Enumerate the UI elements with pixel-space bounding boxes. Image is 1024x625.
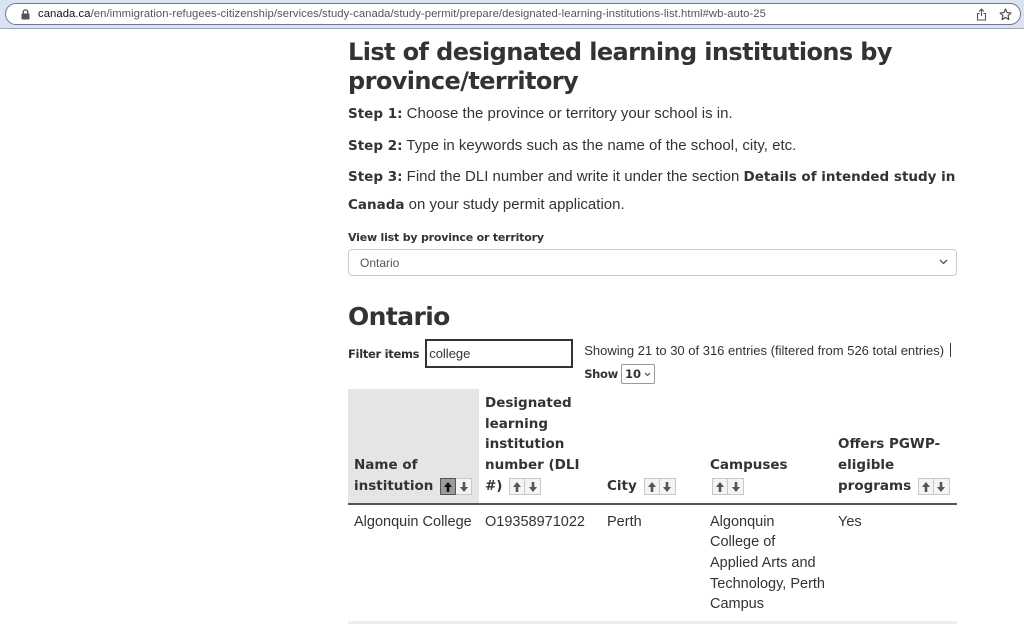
arrow-up-icon — [513, 481, 522, 492]
column-header-city: City — [601, 389, 704, 505]
url-host: canada.ca — [38, 8, 91, 20]
page-size-value: 10 — [624, 367, 641, 381]
step-text: Choose the province or territory your sc… — [402, 105, 733, 122]
url-text[interactable]: canada.ca/en/immigration-refugees-citize… — [38, 8, 766, 20]
arrow-up-icon — [921, 481, 930, 492]
province-select-label: View list by province or territory — [348, 231, 544, 244]
cell-institution-name: Algonquin College — [348, 503, 479, 625]
page-title: List of designated learning institutions… — [348, 38, 893, 95]
cell-pgwp: Yes — [832, 503, 957, 625]
arrow-up-icon — [716, 481, 724, 492]
arrow-up-icon — [647, 481, 656, 492]
province-select-value: Ontario — [360, 255, 400, 270]
divider — [950, 343, 952, 357]
sort-ascending-button[interactable] — [917, 478, 934, 496]
column-header-name: Name of institution — [348, 389, 479, 505]
table-row: Algonquin College O19358971022 Perth Alg… — [348, 503, 957, 625]
lock-icon[interactable] — [18, 8, 32, 20]
column-label: Name of institution — [354, 457, 434, 494]
arrow-down-icon — [528, 481, 537, 492]
arrow-down-icon — [663, 481, 671, 492]
sort-descending-button[interactable] — [456, 478, 473, 496]
table-header-row: Name of institution Designated learning … — [348, 389, 957, 505]
sort-descending-button[interactable] — [525, 478, 542, 496]
step-label: Step 1: — [348, 106, 403, 122]
cell-city: Perth — [601, 503, 704, 625]
main-content: List of designated learning institutions… — [348, 38, 957, 625]
arrow-down-icon — [731, 481, 740, 492]
column-label: City — [607, 477, 637, 494]
institutions-table: Name of institution Designated learning … — [348, 389, 957, 625]
sort-ascending-button[interactable] — [440, 478, 457, 496]
province-select[interactable]: Ontario — [348, 249, 957, 276]
step-text: on your study permit application. — [404, 196, 625, 213]
share-icon[interactable] — [976, 7, 987, 21]
entries-info: Showing 21 to 30 of 316 entries (filtere… — [584, 343, 952, 358]
filter-input[interactable]: college — [425, 339, 574, 368]
arrow-down-icon — [937, 481, 946, 492]
cell-dli-number: O19358971022 — [479, 503, 601, 625]
cell-campus: Algonquin College of Applied Arts and Te… — [704, 503, 832, 625]
section-title: Ontario — [348, 302, 450, 331]
sort-ascending-button[interactable] — [643, 478, 660, 496]
entries-info-text: Showing 21 to 30 of 316 entries (filtere… — [584, 343, 945, 358]
step-2: Step 2: Type in keywords such as the nam… — [348, 135, 957, 157]
bookmark-star-icon[interactable] — [999, 7, 1012, 21]
sort-descending-button[interactable] — [728, 478, 744, 496]
address-bar[interactable]: canada.ca/en/immigration-refugees-citize… — [5, 3, 1021, 25]
arrow-down-icon — [459, 481, 468, 492]
sort-descending-button[interactable] — [659, 478, 676, 496]
table-controls: Filter items college Showing 21 to 30 of… — [348, 339, 957, 384]
arrow-up-icon — [444, 481, 453, 492]
step-label: Step 3: — [348, 169, 403, 185]
step-text: Type in keywords such as the name of the… — [402, 137, 797, 154]
filter-label: Filter items — [348, 346, 420, 361]
sort-descending-button[interactable] — [933, 478, 950, 496]
url-path: /en/immigration-refugees-citizenship/ser… — [90, 8, 766, 20]
show-label: Show — [584, 367, 618, 381]
step-1: Step 1: Choose the province or territory… — [348, 103, 957, 125]
column-header-dli: Designated learning institution number (… — [479, 389, 601, 505]
sort-ascending-button[interactable] — [712, 478, 728, 496]
column-header-campuses: Campuses — [704, 389, 832, 505]
page-size-select[interactable]: 10 — [620, 364, 655, 384]
step-text: Find the DLI number and write it under t… — [402, 168, 744, 185]
column-header-pgwp: Offers PGWP-eligible programs — [832, 389, 957, 505]
chevron-down-icon — [939, 257, 948, 268]
step-3: Step 3: Find the DLI number and write it… — [348, 163, 957, 219]
chevron-down-icon — [644, 370, 651, 379]
sort-ascending-button[interactable] — [509, 478, 526, 496]
column-label: Campuses — [710, 457, 788, 474]
browser-toolbar: canada.ca/en/immigration-refugees-citize… — [0, 0, 1024, 29]
step-label: Step 2: — [348, 138, 403, 154]
